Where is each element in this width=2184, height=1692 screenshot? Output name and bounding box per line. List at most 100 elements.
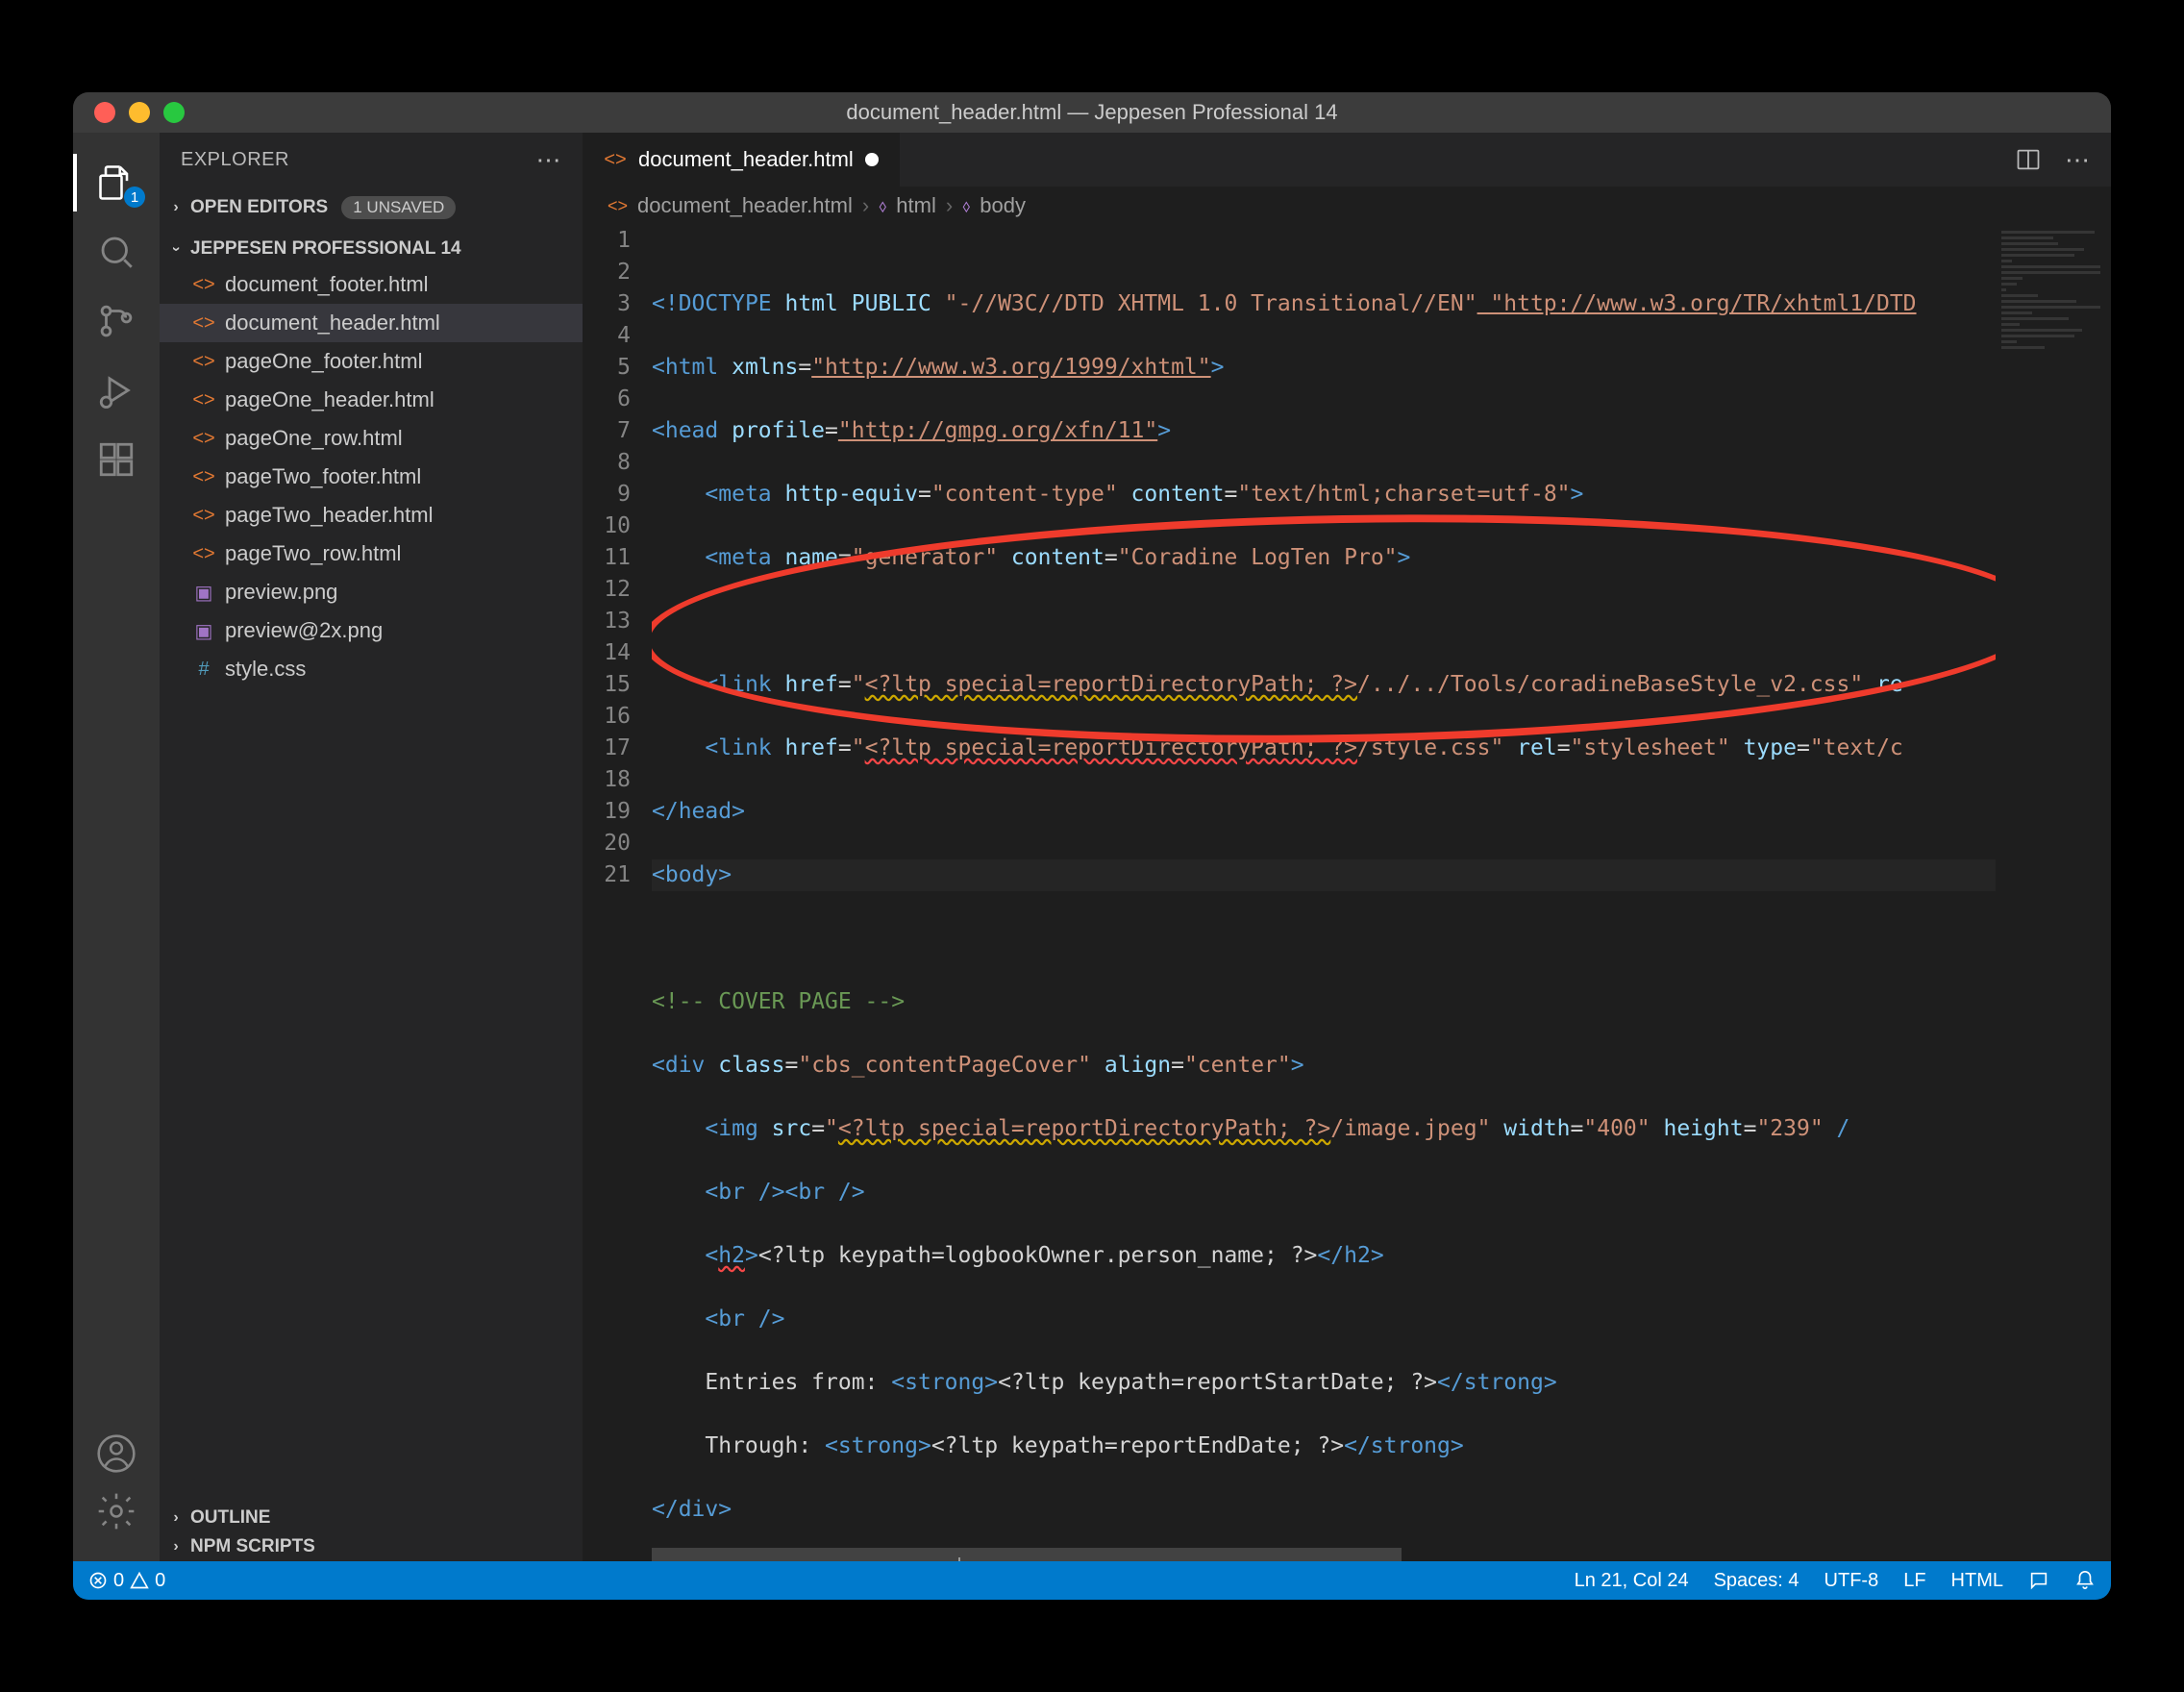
file-item[interactable]: <> pageTwo_footer.html bbox=[160, 458, 583, 496]
file-label: style.css bbox=[225, 657, 306, 682]
html-file-icon: <> bbox=[192, 312, 215, 335]
warning-count: 0 bbox=[155, 1570, 165, 1592]
gutter: 123456789101112131415161718192021 bbox=[583, 225, 652, 1561]
npm-section[interactable]: › NPM SCRIPTS bbox=[160, 1532, 583, 1561]
file-label: pageTwo_header.html bbox=[225, 503, 434, 528]
unsaved-pill: 1 UNSAVED bbox=[341, 196, 456, 219]
chevron-right-icon: › bbox=[167, 1538, 185, 1555]
html-file-icon: <> bbox=[192, 543, 215, 565]
tab-actions: ⋯ bbox=[2015, 133, 2111, 187]
gear-icon[interactable] bbox=[93, 1488, 139, 1534]
html-file-icon: <> bbox=[192, 428, 215, 450]
file-item[interactable]: ▣preview.png bbox=[160, 573, 583, 611]
horizontal-scrollbar[interactable] bbox=[652, 1548, 2111, 1561]
file-label: pageOne_footer.html bbox=[225, 349, 422, 374]
tab-bar: <> document_header.html ⋯ bbox=[583, 133, 2111, 187]
zoom-icon[interactable] bbox=[163, 102, 185, 123]
chevron-down-icon: › bbox=[167, 240, 185, 258]
html-file-icon: <> bbox=[192, 505, 215, 527]
folder-label: JEPPESEN PROFESSIONAL 14 bbox=[190, 238, 461, 260]
minimize-icon[interactable] bbox=[129, 102, 150, 123]
ln-col[interactable]: Ln 21, Col 24 bbox=[1575, 1570, 1689, 1592]
bell-icon[interactable] bbox=[2074, 1570, 2096, 1591]
file-item[interactable]: <> pageOne_row.html bbox=[160, 419, 583, 458]
image-file-icon: ▣ bbox=[192, 581, 215, 605]
feedback-icon[interactable] bbox=[2028, 1570, 2049, 1591]
explorer-badge: 1 bbox=[124, 187, 145, 208]
file-item[interactable]: <> pageOne_footer.html bbox=[160, 342, 583, 381]
debug-icon[interactable] bbox=[93, 367, 139, 413]
minimap[interactable] bbox=[1996, 225, 2111, 1561]
file-item[interactable]: ▣preview@2x.png bbox=[160, 611, 583, 650]
file-label: pageTwo_footer.html bbox=[225, 464, 421, 489]
account-icon[interactable] bbox=[93, 1431, 139, 1477]
folder-header[interactable]: › JEPPESEN PROFESSIONAL 14 bbox=[160, 235, 583, 263]
tab-document-header[interactable]: <> document_header.html bbox=[583, 133, 901, 187]
code-editor[interactable]: 123456789101112131415161718192021 <!DOCT… bbox=[583, 225, 2111, 1561]
sidebar-title: EXPLORER bbox=[181, 149, 289, 171]
main-container: 1 E bbox=[73, 133, 2111, 1561]
editor-area: <> document_header.html ⋯ <> document_he… bbox=[583, 133, 2111, 1561]
folder-section: › JEPPESEN PROFESSIONAL 14 <>document_fo… bbox=[160, 229, 583, 696]
outline-label: OUTLINE bbox=[190, 1507, 270, 1529]
file-item[interactable]: # style.css bbox=[160, 650, 583, 688]
symbol-icon: ⬨ bbox=[962, 196, 970, 216]
encoding[interactable]: UTF-8 bbox=[1824, 1570, 1879, 1592]
titlebar[interactable]: document_header.html — Jeppesen Professi… bbox=[73, 92, 2111, 133]
eol[interactable]: LF bbox=[1903, 1570, 1925, 1592]
file-label: document_header.html bbox=[225, 311, 440, 336]
file-item[interactable]: <> pageOne_header.html bbox=[160, 381, 583, 419]
file-item[interactable]: <> pageTwo_row.html bbox=[160, 535, 583, 573]
npm-label: NPM SCRIPTS bbox=[190, 1536, 315, 1557]
symbol-icon: ⬨ bbox=[879, 196, 886, 216]
problems-button[interactable]: 0 0 bbox=[88, 1570, 165, 1592]
spaces[interactable]: Spaces: 4 bbox=[1714, 1570, 1799, 1592]
dirty-dot-icon bbox=[865, 153, 879, 166]
open-editors-label: OPEN EDITORS bbox=[190, 197, 328, 218]
chevron-right-icon: › bbox=[167, 199, 185, 216]
file-label: pageOne_row.html bbox=[225, 426, 403, 451]
scrollbar-thumb[interactable] bbox=[652, 1548, 1402, 1561]
explorer-icon[interactable]: 1 bbox=[93, 160, 139, 206]
more-icon[interactable]: ⋯ bbox=[536, 145, 562, 175]
file-label: pageTwo_row.html bbox=[225, 541, 401, 566]
file-item[interactable]: <> document_header.html bbox=[160, 304, 583, 342]
breadcrumb-body[interactable]: body bbox=[980, 193, 1026, 218]
file-item[interactable]: <>document_footer.html bbox=[160, 265, 583, 304]
file-label: preview@2x.png bbox=[225, 618, 383, 643]
chevron-right-icon: › bbox=[167, 1509, 185, 1527]
breadcrumbs[interactable]: <> document_header.html › ⬨ html › ⬨ bod… bbox=[583, 187, 2111, 225]
breadcrumb-file[interactable]: document_header.html bbox=[637, 193, 853, 218]
split-editor-icon[interactable] bbox=[2015, 146, 2042, 173]
sidebar-header: EXPLORER ⋯ bbox=[160, 133, 583, 187]
html-file-icon: <> bbox=[192, 389, 215, 411]
html-file-icon: <> bbox=[192, 351, 215, 373]
language-mode[interactable]: HTML bbox=[1951, 1570, 2003, 1592]
file-label: pageOne_header.html bbox=[225, 387, 434, 412]
extensions-icon[interactable] bbox=[93, 436, 139, 483]
file-item[interactable]: <> pageTwo_header.html bbox=[160, 496, 583, 535]
tab-label: document_header.html bbox=[638, 147, 854, 172]
vscode-window: document_header.html — Jeppesen Professi… bbox=[73, 92, 2111, 1600]
code-body[interactable]: <!DOCTYPE html PUBLIC "-//W3C//DTD XHTML… bbox=[652, 225, 1996, 1561]
error-count: 0 bbox=[113, 1570, 124, 1592]
css-file-icon: # bbox=[192, 659, 215, 681]
chevron-right-icon: › bbox=[862, 193, 869, 218]
open-editors-section[interactable]: › OPEN EDITORS 1 UNSAVED bbox=[160, 187, 583, 229]
breadcrumb-html[interactable]: html bbox=[896, 193, 936, 218]
html-file-icon: <> bbox=[608, 196, 628, 216]
html-file-icon: <> bbox=[604, 149, 627, 171]
html-file-icon: <> bbox=[192, 466, 215, 488]
more-icon[interactable]: ⋯ bbox=[2065, 145, 2090, 175]
traffic-lights bbox=[73, 102, 185, 123]
activity-bar: 1 bbox=[73, 133, 160, 1561]
outline-section[interactable]: › OUTLINE bbox=[160, 1504, 583, 1532]
search-icon[interactable] bbox=[93, 229, 139, 275]
chevron-right-icon: › bbox=[946, 193, 953, 218]
window-title: document_header.html — Jeppesen Professi… bbox=[73, 100, 2111, 125]
sidebar: EXPLORER ⋯ › OPEN EDITORS 1 UNSAVED › JE… bbox=[160, 133, 583, 1561]
activity-bottom bbox=[93, 1419, 139, 1546]
source-control-icon[interactable] bbox=[93, 298, 139, 344]
close-icon[interactable] bbox=[94, 102, 115, 123]
file-tree: <>document_footer.html <> document_header.… bbox=[160, 263, 583, 690]
